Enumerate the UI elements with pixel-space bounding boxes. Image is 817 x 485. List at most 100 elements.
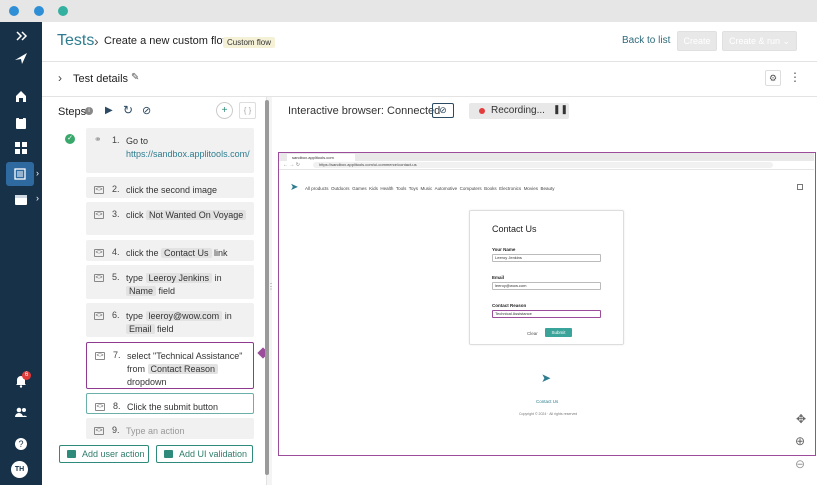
users-icon[interactable] <box>0 400 42 424</box>
cart-icon[interactable] <box>797 184 803 190</box>
code-icon: <> <box>94 186 104 194</box>
bell-icon[interactable] <box>0 369 42 393</box>
hide-browser-button-icon[interactable]: ⊘ <box>432 103 454 118</box>
create-button[interactable]: Create <box>677 31 717 51</box>
code-icon: <> <box>94 249 104 257</box>
site-nav-item[interactable]: Kids <box>369 186 378 191</box>
site-nav-item[interactable]: Computers <box>460 186 482 191</box>
site-nav-item[interactable]: Movies <box>524 186 538 191</box>
refresh-icon[interactable]: ↻ <box>123 103 133 117</box>
step-8[interactable]: <> 8. Click the submit button <box>86 393 254 414</box>
step-3[interactable]: <> 3. click Not Wanted On Voyage <box>86 202 254 235</box>
site-nav-item[interactable]: All products <box>305 186 329 191</box>
step-number: 8. <box>113 401 121 411</box>
avatar[interactable]: TH <box>11 461 28 478</box>
step-number: 1. <box>112 135 120 145</box>
info-icon[interactable]: i <box>85 107 93 115</box>
step-2[interactable]: <> 2. click the second image <box>86 177 254 198</box>
step-text-pre: type <box>126 273 146 283</box>
step-text-post: link <box>211 248 228 258</box>
site-nav-item[interactable]: Games <box>352 186 367 191</box>
submit-button[interactable]: Submit <box>545 328 572 337</box>
chevron-right-icon-3[interactable]: › <box>58 71 62 85</box>
site-nav-item[interactable]: Books <box>484 186 497 191</box>
pencil-icon[interactable]: ✎ <box>131 72 139 83</box>
site-nav-item[interactable]: Health <box>380 186 393 191</box>
site-nav-item[interactable]: Beauty <box>540 186 554 191</box>
steps-scrollbar[interactable] <box>265 100 269 475</box>
code-view-icon[interactable]: { } <box>239 102 256 119</box>
settings-icon[interactable]: ⚙ <box>765 70 781 86</box>
create-and-run-button[interactable]: Create & run ⌄ <box>722 31 797 51</box>
add-step-icon[interactable]: + <box>216 102 233 119</box>
hide-browser-icon[interactable]: ⊘ <box>142 104 151 117</box>
site-nav-item[interactable]: Tools <box>396 186 407 191</box>
add-ui-validation-button[interactable]: Add UI validation <box>156 445 253 463</box>
window-dot-green[interactable] <box>58 6 68 16</box>
back-to-list-link[interactable]: Back to list <box>622 35 670 46</box>
step-url-link[interactable]: https://sandbox.applitools.com/ <box>126 149 250 159</box>
test-details-title[interactable]: Test details <box>73 73 128 85</box>
step-7[interactable]: <> 7. select "Technical Assistance" from… <box>86 342 254 389</box>
name-input[interactable]: Leeroy Jenkins <box>492 254 601 262</box>
clear-button[interactable]: Clear <box>527 331 538 336</box>
site-nav-item[interactable]: Music <box>421 186 433 191</box>
new-step-input[interactable]: Type an action <box>126 425 248 438</box>
page-title: Create a new custom flow <box>104 35 231 47</box>
zoom-in-icon[interactable]: ⊕ <box>795 434 805 448</box>
clipboard-icon[interactable] <box>0 111 42 135</box>
flow-type-badge: Custom flow <box>223 37 276 48</box>
add-ui-validation-label: Add UI validation <box>179 449 248 459</box>
move-icon[interactable]: ✥ <box>796 412 806 426</box>
email-input[interactable]: leeroy@wow.com <box>492 282 601 290</box>
code-icon: <> <box>94 312 104 320</box>
value-chip: Leeroy Jenkins <box>145 273 213 283</box>
step-6[interactable]: <> 6. type leeroy@wow.com in Email field <box>86 303 254 337</box>
zoom-out-icon[interactable]: ⊖ <box>795 457 805 471</box>
pause-icon[interactable]: ❚❚ <box>553 104 568 115</box>
site-nav-item[interactable]: Outdoors <box>331 186 350 191</box>
code-icon: <> <box>94 427 104 435</box>
reason-label: Contact Reason <box>492 303 527 308</box>
add-user-action-label: Add user action <box>82 449 145 459</box>
breadcrumb-tests-link[interactable]: Tests <box>57 32 94 50</box>
recording-indicator[interactable]: Recording... ❚❚ <box>469 103 569 119</box>
window-dot-blue[interactable] <box>9 6 19 16</box>
site-nav-item[interactable]: Toys <box>409 186 418 191</box>
step-text: type leeroy@wow.com in Email field <box>126 310 248 336</box>
window-dot-blue-2[interactable] <box>34 6 44 16</box>
image-icon <box>164 450 173 458</box>
sidebar: › › 6 ? TH <box>0 22 42 485</box>
step-success-icon: ✓ <box>65 134 75 144</box>
browser-viewport[interactable]: sandbox.applitools.com ← → ↻ https://san… <box>278 152 816 456</box>
step-9[interactable]: <> 9. Type an action <box>86 418 254 439</box>
home-icon[interactable] <box>0 84 42 108</box>
browser-nav-icons[interactable]: ← → ↻ <box>283 162 300 168</box>
form-title: Contact Us <box>492 224 537 234</box>
browser-label: Interactive browser: <box>288 105 388 117</box>
url-field[interactable]: https://sandbox.applitools.com/ui-commer… <box>313 162 773 168</box>
play-icon[interactable]: ▶ <box>105 105 113 116</box>
collapse-sidebar-icon[interactable] <box>0 24 42 48</box>
browser-tab[interactable]: sandbox.applitools.com <box>287 154 355 161</box>
footer-contact-link[interactable]: Contact Us <box>536 399 558 404</box>
contact-reason-select[interactable]: Technical Assistance <box>492 310 601 318</box>
step-text-post: field <box>154 324 174 334</box>
site-nav-item[interactable]: Automotive <box>435 186 458 191</box>
tests-icon[interactable] <box>6 162 34 186</box>
step-text-pre: type <box>126 311 146 321</box>
site-nav-item[interactable]: Electronics <box>499 186 521 191</box>
more-vertical-icon[interactable]: ⋮ <box>789 70 801 84</box>
logo-icon[interactable] <box>0 46 42 70</box>
site-logo-icon[interactable]: ➤ <box>290 182 298 193</box>
add-action-icon <box>67 450 76 458</box>
recording-label: Recording... <box>491 105 545 116</box>
step-1[interactable]: ⚭ 1. Go to https://sandbox.applitools.co… <box>86 128 254 173</box>
step-number: 4. <box>112 247 120 257</box>
add-user-action-button[interactable]: Add user action <box>59 445 149 463</box>
help-icon[interactable]: ? <box>0 432 42 456</box>
step-5[interactable]: <> 5. type Leeroy Jenkins in Name field <box>86 265 254 299</box>
step-4[interactable]: <> 4. click the Contact Us link <box>86 240 254 261</box>
code-icon: <> <box>94 274 104 282</box>
dashboard-icon[interactable] <box>0 136 42 160</box>
